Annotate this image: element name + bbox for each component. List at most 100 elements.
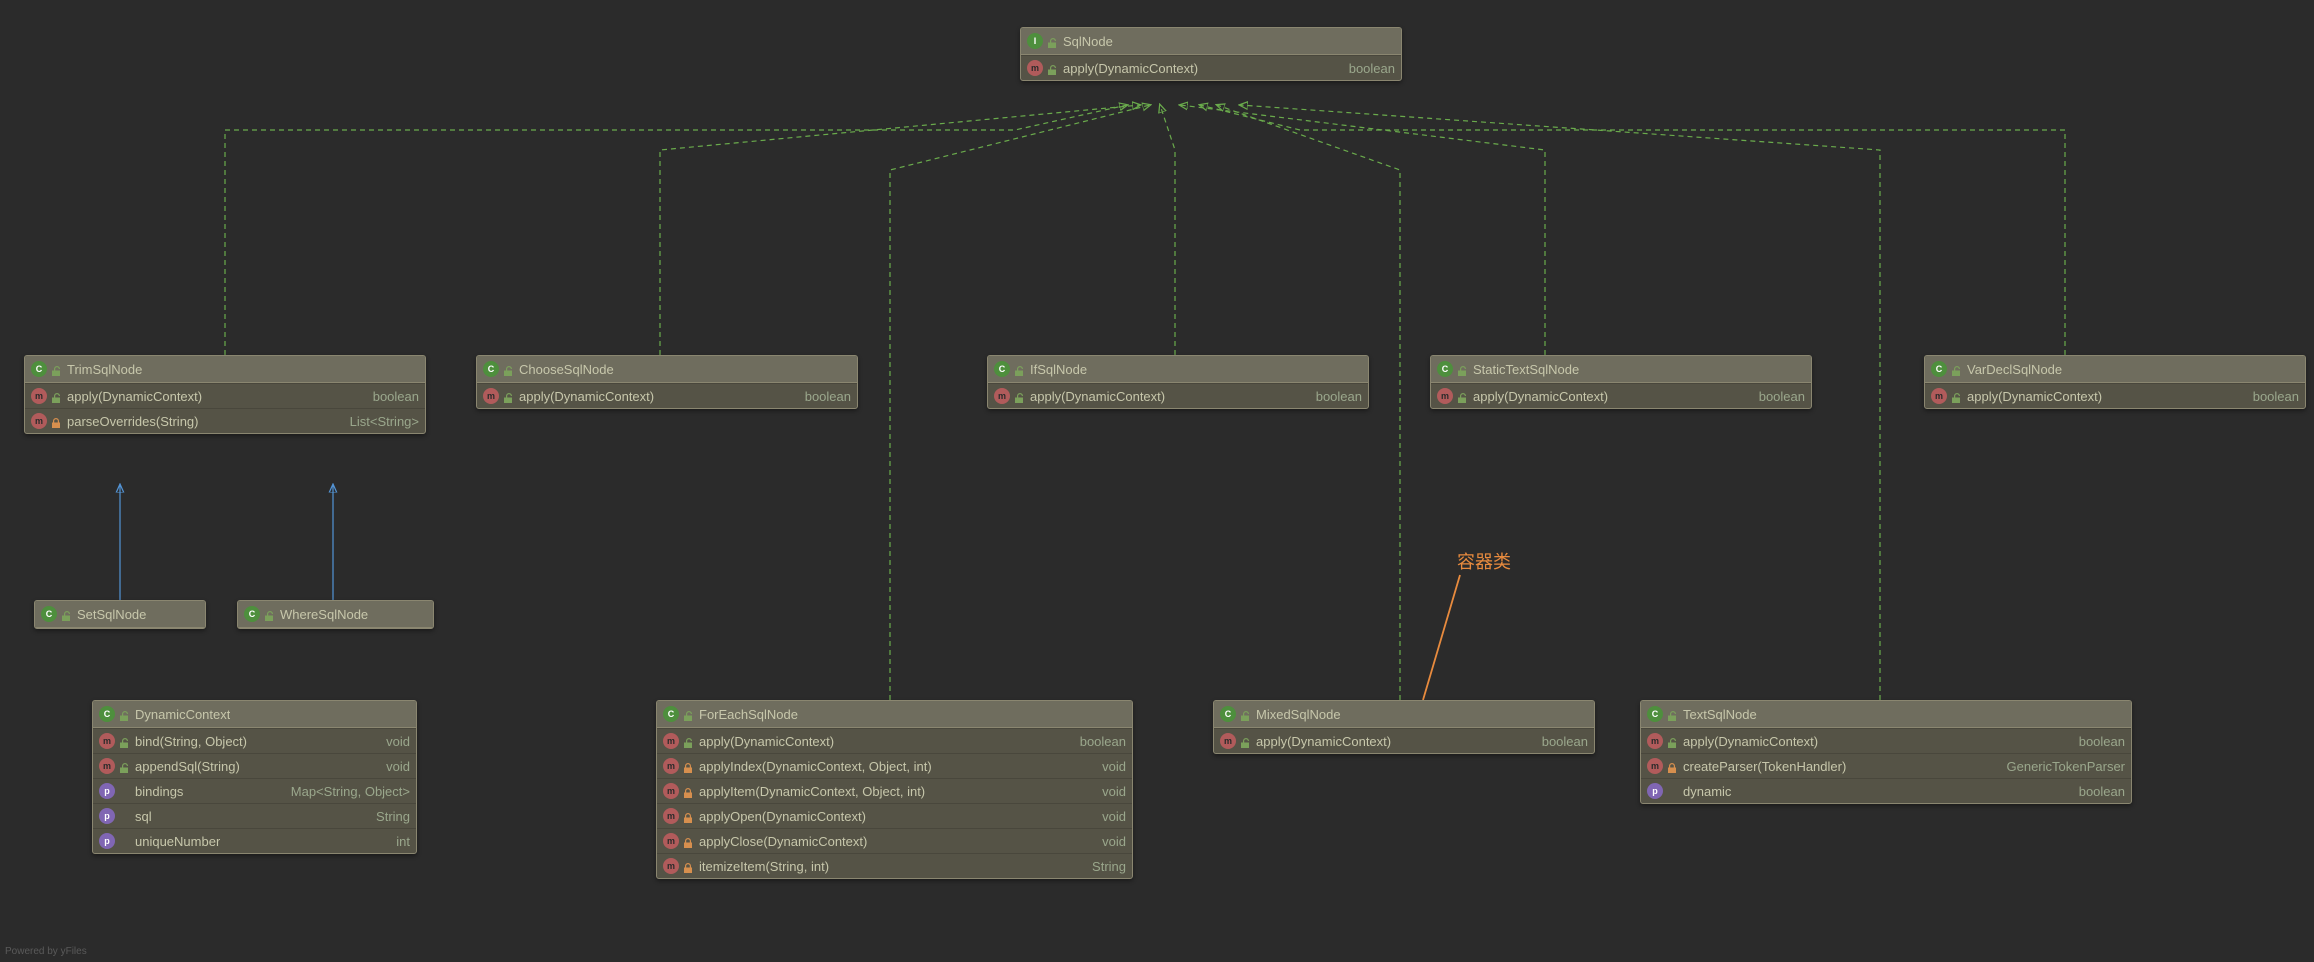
member-type: String	[1078, 859, 1126, 874]
member-row[interactable]: m createParser(TokenHandler) GenericTokenP…	[1641, 753, 2131, 778]
member-row[interactable]: mapplyClose(DynamicContext)void	[657, 828, 1132, 853]
member-row[interactable]: mapply(DynamicContext)boolean	[1641, 728, 2131, 753]
class-node-choosesqlnode[interactable]: CChooseSqlNodemapply(DynamicContext)bool…	[476, 355, 858, 409]
node-header[interactable]: CTrimSqlNode	[25, 356, 425, 383]
node-header[interactable]: ISqlNode	[1021, 28, 1401, 55]
public-unlock-icon	[1457, 391, 1467, 401]
public-unlock-icon	[683, 709, 693, 719]
method-icon: m	[1647, 758, 1663, 774]
public-unlock-icon	[264, 609, 274, 619]
member-row[interactable]: mapplyIndex(DynamicContext, Object, int)…	[657, 753, 1132, 778]
node-header[interactable]: C DynamicContext	[93, 701, 416, 728]
annotation-label: 容器类	[1457, 548, 1511, 574]
class-node-ifsqlnode[interactable]: CIfSqlNodemapply(DynamicContext)boolean	[987, 355, 1369, 409]
node-header[interactable]: C TextSqlNode	[1641, 701, 2131, 728]
class-node-foreachsqlnode[interactable]: CForEachSqlNodemapply(DynamicContext)boo…	[656, 700, 1133, 879]
public-unlock-icon	[1457, 364, 1467, 374]
member-row[interactable]: mparseOverrides(String)List<String>	[25, 408, 425, 433]
class-node-setsqlnode[interactable]: CSetSqlNode	[34, 600, 206, 629]
member-type: boolean	[1528, 734, 1588, 749]
private-lock-icon	[683, 836, 693, 846]
node-header[interactable]: CStaticTextSqlNode	[1431, 356, 1811, 383]
member-name: apply(DynamicContext)	[1967, 389, 2102, 404]
member-row[interactable]: mitemizeItem(String, int)String	[657, 853, 1132, 878]
class-node-dynamiccontext[interactable]: CDynamicContextmbind(String, Object)void…	[92, 700, 417, 854]
method-icon: m	[1220, 733, 1236, 749]
method-icon: m	[663, 833, 679, 849]
member-name: createParser(TokenHandler)	[1683, 759, 1846, 774]
node-header[interactable]: CSetSqlNode	[35, 601, 205, 628]
member-row[interactable]: mapplyOpen(DynamicContext)void	[657, 803, 1132, 828]
public-unlock-icon	[119, 761, 129, 771]
member-type: void	[1088, 759, 1126, 774]
member-type: GenericTokenParser	[1993, 759, 2126, 774]
member-name: apply(DynamicContext)	[1473, 389, 1608, 404]
class-node-mixedsqlnode[interactable]: C MixedSqlNode mapply(DynamicContext)boole…	[1213, 700, 1595, 754]
class-icon: C	[99, 706, 115, 722]
node-header[interactable]: CIfSqlNode	[988, 356, 1368, 383]
member-type: boolean	[1302, 389, 1362, 404]
public-unlock-icon	[1240, 736, 1250, 746]
member-name: applyClose(DynamicContext)	[699, 834, 867, 849]
class-icon: C	[1220, 706, 1236, 722]
member-type: int	[382, 834, 410, 849]
member-row[interactable]: mapply(DynamicContext)boolean	[1431, 383, 1811, 408]
method-icon: m	[31, 413, 47, 429]
member-row[interactable]: mapply(DynamicContext)boolean	[1925, 383, 2305, 408]
node-title: TrimSqlNode	[67, 362, 142, 377]
member-type: List<String>	[336, 414, 419, 429]
class-node-wheresqlnode[interactable]: CWhereSqlNode	[237, 600, 434, 629]
member-name: bind(String, Object)	[135, 734, 247, 749]
node-header[interactable]: C MixedSqlNode	[1214, 701, 1594, 728]
member-row[interactable]: pdynamicboolean	[1641, 778, 2131, 803]
private-lock-icon	[683, 761, 693, 771]
member-row[interactable]: mapply(DynamicContext)boolean	[25, 383, 425, 408]
class-node-textsqlnode[interactable]: C TextSqlNode mapply(DynamicContext)boolea…	[1640, 700, 2132, 804]
node-header[interactable]: CWhereSqlNode	[238, 601, 433, 628]
member-row[interactable]: pbindingsMap<String, Object>	[93, 778, 416, 803]
member-name: applyItem(DynamicContext, Object, int)	[699, 784, 925, 799]
member-row[interactable]: mappendSql(String)void	[93, 753, 416, 778]
method-icon: m	[1647, 733, 1663, 749]
method-icon: m	[663, 758, 679, 774]
property-icon: p	[99, 783, 115, 799]
member-row[interactable]: mapply(DynamicContext)boolean	[1021, 55, 1401, 80]
class-node-vardeclsqlnode[interactable]: CVarDeclSqlNodemapply(DynamicContext)boo…	[1924, 355, 2306, 409]
node-title: MixedSqlNode	[1256, 707, 1341, 722]
method-icon: m	[663, 808, 679, 824]
member-row[interactable]: mbind(String, Object)void	[93, 728, 416, 753]
member-row[interactable]: mapplyItem(DynamicContext, Object, int)v…	[657, 778, 1132, 803]
node-title: IfSqlNode	[1030, 362, 1087, 377]
class-node-sqlnode[interactable]: ISqlNodemapply(DynamicContext)boolean	[1020, 27, 1402, 81]
class-icon: C	[41, 606, 57, 622]
public-unlock-icon	[1667, 736, 1677, 746]
member-row[interactable]: mapply(DynamicContext)boolean	[1214, 728, 1594, 753]
member-row[interactable]: mapply(DynamicContext)boolean	[657, 728, 1132, 753]
node-header[interactable]: CVarDeclSqlNode	[1925, 356, 2305, 383]
public-unlock-icon	[1240, 709, 1250, 719]
member-type: boolean	[359, 389, 419, 404]
class-node-trimsqlnode[interactable]: CTrimSqlNodemapply(DynamicContext)boolea…	[24, 355, 426, 434]
class-icon: C	[1647, 706, 1663, 722]
class-icon: C	[1437, 361, 1453, 377]
member-row[interactable]: mapply(DynamicContext)boolean	[988, 383, 1368, 408]
member-type: boolean	[1066, 734, 1126, 749]
class-icon: C	[1931, 361, 1947, 377]
node-title: TextSqlNode	[1683, 707, 1757, 722]
method-icon: m	[483, 388, 499, 404]
class-node-statictextsqlnode[interactable]: CStaticTextSqlNodemapply(DynamicContext)…	[1430, 355, 1812, 409]
property-icon: p	[1647, 783, 1663, 799]
member-type: boolean	[2239, 389, 2299, 404]
member-row[interactable]: mapply(DynamicContext)boolean	[477, 383, 857, 408]
member-type: String	[362, 809, 410, 824]
member-type: boolean	[2065, 784, 2125, 799]
member-row[interactable]: psqlString	[93, 803, 416, 828]
member-name: bindings	[135, 784, 183, 799]
method-icon: m	[99, 758, 115, 774]
member-row[interactable]: puniqueNumberint	[93, 828, 416, 853]
member-type: void	[372, 759, 410, 774]
node-title: ChooseSqlNode	[519, 362, 614, 377]
node-title: DynamicContext	[135, 707, 230, 722]
node-header[interactable]: CChooseSqlNode	[477, 356, 857, 383]
node-header[interactable]: CForEachSqlNode	[657, 701, 1132, 728]
